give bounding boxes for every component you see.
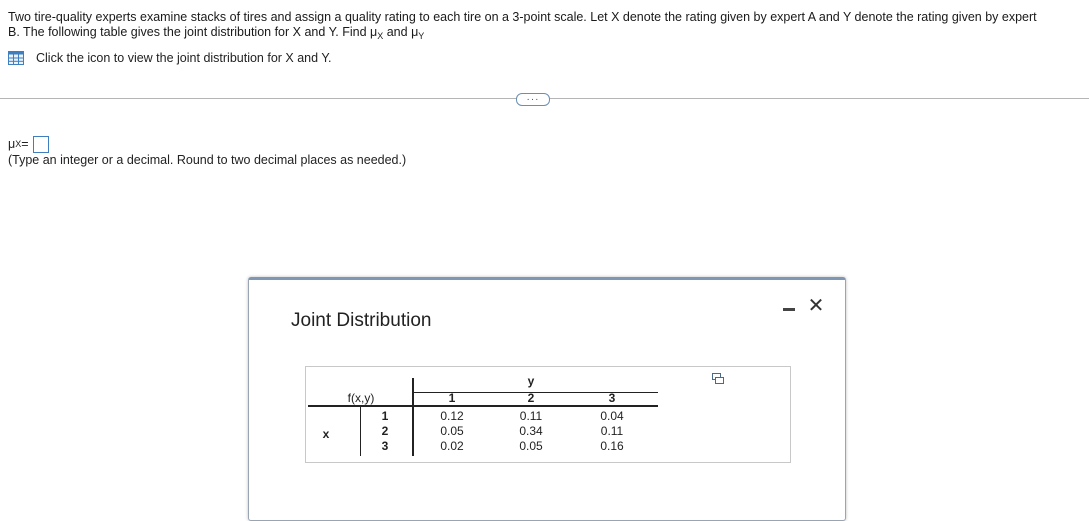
close-icon[interactable]: ✕ — [807, 296, 825, 316]
x-label-rule — [360, 406, 361, 456]
table-cell: 0.11 — [600, 424, 624, 438]
table-cell: 0.02 — [440, 439, 464, 453]
mu-y-subscript: Y — [418, 31, 425, 41]
table-vertical-rule — [412, 378, 414, 456]
joint-distribution-table: f(x,y) y x 1 2 3 1 2 3 0.12 0.11 0.04 0.… — [305, 366, 791, 463]
x-label: x — [322, 427, 330, 441]
row-header: 2 — [381, 424, 389, 438]
answer-mu-symbol: μ — [8, 137, 16, 151]
view-table-row: Click the icon to view the joint distrib… — [8, 50, 332, 66]
y-label: y — [527, 374, 535, 388]
col-header: 2 — [527, 391, 535, 405]
answer-equals: = — [21, 137, 29, 151]
view-table-label: Click the icon to view the joint distrib… — [36, 51, 332, 65]
row-header: 1 — [381, 409, 389, 423]
table-cell: 0.12 — [440, 409, 464, 423]
answer-input[interactable] — [32, 135, 49, 153]
and-word: and — [383, 25, 412, 39]
minimize-button[interactable] — [779, 298, 799, 318]
col-header: 1 — [448, 391, 456, 405]
dialog-title: Joint Distribution — [291, 310, 432, 331]
problem-line-2: B. The following table gives the joint d… — [8, 25, 1083, 44]
row-header: 3 — [381, 439, 389, 453]
col-header: 3 — [608, 391, 616, 405]
table-cell: 0.16 — [600, 439, 624, 453]
table-cell: 0.04 — [600, 409, 624, 423]
fxy-label: f(x,y) — [347, 391, 375, 405]
table-cell: 0.34 — [519, 424, 543, 438]
answer-row: μX = — [8, 135, 49, 153]
table-cell: 0.05 — [440, 424, 464, 438]
problem-line-2-text: B. The following table gives the joint d… — [8, 25, 371, 39]
table-cell: 0.11 — [519, 409, 543, 423]
table-grid-icon[interactable] — [8, 51, 24, 65]
problem-statement: Two tire-quality experts examine stacks … — [8, 10, 1083, 44]
joint-distribution-dialog: Joint Distribution ✕ f(x,y) y x 1 2 3 1 … — [248, 277, 846, 521]
copy-icon[interactable] — [712, 373, 724, 385]
answer-hint: (Type an integer or a decimal. Round to … — [8, 153, 407, 167]
minimize-icon — [783, 308, 795, 311]
table-cell: 0.05 — [519, 439, 543, 453]
problem-line-1: Two tire-quality experts examine stacks … — [8, 10, 1037, 24]
more-button[interactable]: ··· — [516, 93, 550, 106]
